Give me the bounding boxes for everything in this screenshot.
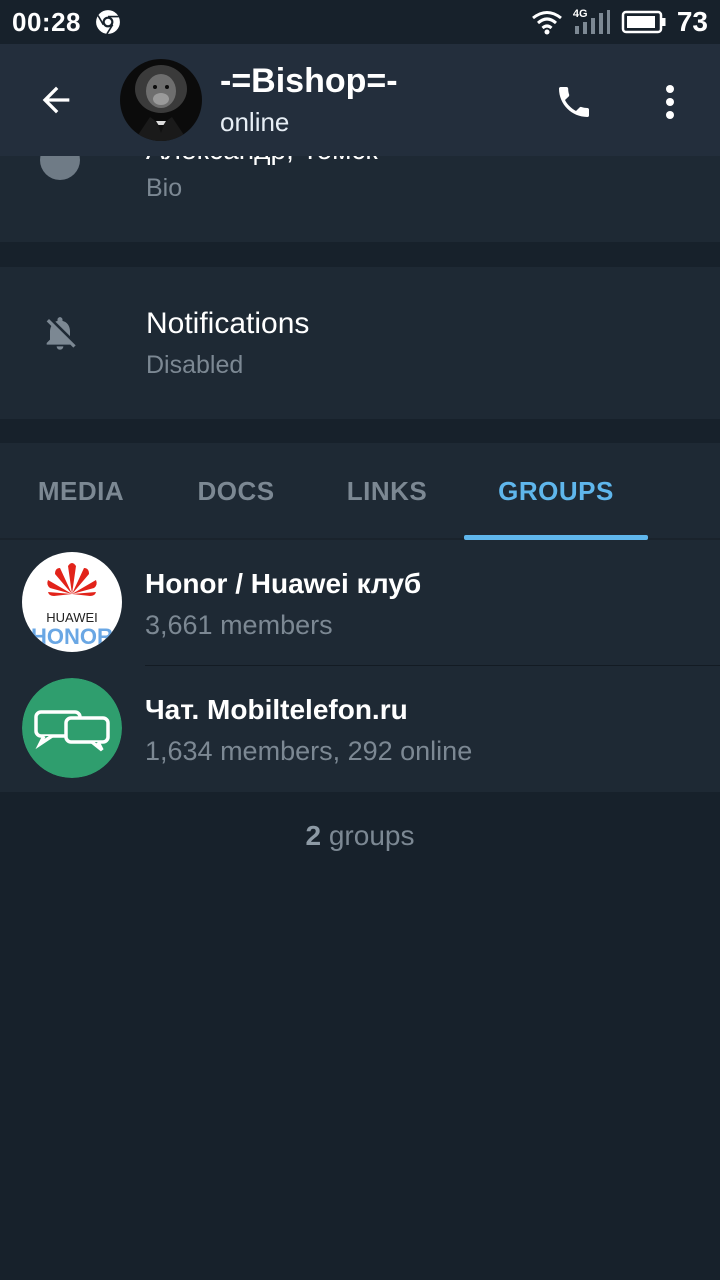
wifi-icon xyxy=(531,11,562,35)
call-button[interactable] xyxy=(542,70,606,134)
chat-profile-header: -=Bishop=- online xyxy=(0,44,720,156)
arrow-left-icon xyxy=(42,86,70,114)
tab-groups[interactable]: GROUPS xyxy=(464,443,648,540)
notifications-value: Disabled xyxy=(146,351,244,379)
tab-docs[interactable]: DOCS xyxy=(162,443,310,540)
phone-icon xyxy=(559,87,589,117)
more-vertical-icon xyxy=(666,85,674,119)
notifications-label: Notifications xyxy=(146,307,310,340)
media-tabs: MEDIA DOCS LINKS GROUPS xyxy=(0,443,720,540)
battery-level: 73 xyxy=(676,6,708,37)
list-item[interactable]: Чат. Mobiltelefon.ru 1,634 members, 292 … xyxy=(0,666,720,792)
group-members: 1,634 members, 292 online xyxy=(145,736,473,766)
group-members: 3,661 members xyxy=(145,610,333,640)
group-avatar xyxy=(22,678,122,778)
tab-media[interactable]: MEDIA xyxy=(0,443,162,540)
lion-avatar-image xyxy=(120,59,202,141)
avatar[interactable] xyxy=(120,59,202,141)
signal-icon: 4G xyxy=(573,8,611,36)
honor-logo-text: HONOR xyxy=(31,624,113,649)
more-options-button[interactable] xyxy=(640,70,700,134)
group-avatar: HUAWEI HONOR xyxy=(22,552,122,652)
chrome-icon xyxy=(96,10,120,35)
huawei-honor-logo: HUAWEI HONOR xyxy=(22,552,122,652)
bell-off-icon xyxy=(46,317,76,350)
list-item[interactable]: HUAWEI HONOR Honor / Huawei клуб 3,661 m… xyxy=(0,540,720,666)
contact-status: online xyxy=(220,107,290,137)
group-name: Honor / Huawei клуб xyxy=(145,568,422,599)
group-name: Чат. Mobiltelefon.ru xyxy=(145,694,408,725)
groups-count-label: groups xyxy=(328,820,415,851)
tab-links[interactable]: LINKS xyxy=(310,443,464,540)
back-button[interactable] xyxy=(0,44,112,156)
huawei-logo-text: HUAWEI xyxy=(46,610,98,625)
chat-bubbles-icon xyxy=(22,678,122,778)
bio-label: Bio xyxy=(146,174,183,202)
notifications-row[interactable]: Notifications Disabled xyxy=(0,267,720,419)
groups-count: 2 groups xyxy=(0,820,720,852)
groups-count-number: 2 xyxy=(305,820,322,851)
battery-icon xyxy=(621,10,666,34)
contact-name: -=Bishop=- xyxy=(220,62,398,100)
status-time: 00:28 xyxy=(12,6,81,37)
status-bar: 00:28 4G 73 xyxy=(0,0,720,44)
